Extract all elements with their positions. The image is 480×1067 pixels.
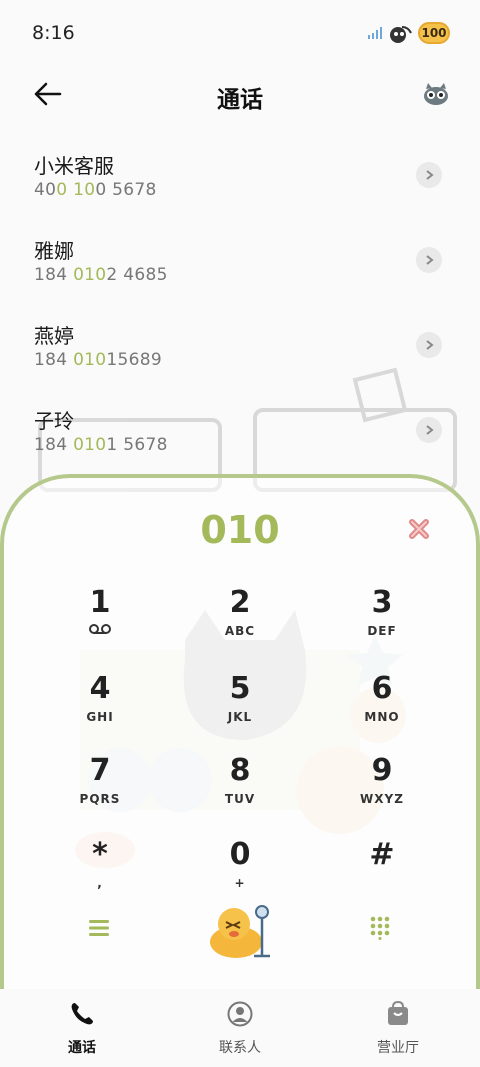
dial-key-1[interactable]: 1	[40, 586, 160, 656]
contact-number: 400 100 5678	[34, 180, 157, 200]
bottom-nav: 通话 联系人 营业厅	[0, 989, 480, 1067]
menu-icon[interactable]	[88, 918, 110, 938]
wifi-icon	[390, 26, 412, 43]
contact-name: 小米客服	[34, 154, 114, 178]
delete-icon[interactable]	[408, 518, 430, 540]
tab-label: 联系人	[219, 1040, 261, 1056]
shopping-bag-icon	[388, 1000, 408, 1025]
status-time: 8:16	[32, 22, 75, 44]
list-item[interactable]: 子玲 184 0101 5678	[0, 395, 480, 480]
call-button-chick-icon[interactable]	[204, 898, 276, 962]
tab-business-hall[interactable]: 营业厅	[338, 1000, 458, 1057]
dial-key-2[interactable]: 2 ABC	[180, 586, 300, 656]
battery-icon: 100	[418, 22, 450, 44]
phone-icon	[71, 1003, 93, 1025]
list-item[interactable]: 雅娜 184 0102 4685	[0, 225, 480, 310]
signal-icon	[368, 27, 382, 39]
keypad-icon[interactable]	[370, 916, 390, 940]
dial-key-4[interactable]: 4 GHI	[40, 672, 160, 742]
list-item[interactable]: 小米客服 400 100 5678	[0, 140, 480, 225]
header: 通话	[0, 68, 480, 124]
dial-key-6[interactable]: 6 MNO	[322, 672, 442, 742]
dial-key-8[interactable]: 8 TUV	[180, 754, 300, 824]
dial-key-hash[interactable]: #	[322, 838, 442, 908]
list-item[interactable]: 燕婷 184 01015689	[0, 310, 480, 395]
tab-label: 通话	[68, 1040, 96, 1056]
dial-key-7[interactable]: 7 PQRS	[40, 754, 160, 824]
contact-list: 小米客服 400 100 5678 雅娜 184 0102 4685 燕婷 18…	[0, 140, 480, 480]
contact-number: 184 0101 5678	[34, 435, 168, 455]
dialpad: 010 1 2 ABC 3 DEF 4 GHI 5 JKL 6 MNO 7 PQRS 8 TU…	[0, 474, 480, 989]
tab-label: 营业厅	[377, 1040, 419, 1056]
dial-key-3[interactable]: 3 DEF	[322, 586, 442, 656]
contact-name: 燕婷	[34, 324, 74, 348]
contact-name: 子玲	[34, 409, 74, 433]
voicemail-icon	[89, 624, 111, 634]
page-title: 通话	[217, 87, 263, 113]
contact-number: 184 01015689	[34, 350, 163, 370]
dial-key-star[interactable]: *,	[40, 838, 160, 908]
contact-number: 184 0102 4685	[34, 265, 168, 285]
tab-calls[interactable]: 通话	[22, 1001, 142, 1057]
person-icon	[227, 1001, 253, 1027]
chevron-right-icon[interactable]	[416, 332, 442, 358]
contact-name: 雅娜	[34, 239, 74, 263]
dial-key-5[interactable]: 5 JKL	[180, 672, 300, 742]
dial-key-9[interactable]: 9 WXYZ	[322, 754, 442, 824]
status-bar: 8:16 100	[0, 0, 480, 68]
chevron-right-icon[interactable]	[416, 247, 442, 273]
chevron-right-icon[interactable]	[416, 162, 442, 188]
status-icons: 100	[368, 22, 450, 44]
tab-contacts[interactable]: 联系人	[180, 1001, 300, 1057]
chevron-right-icon[interactable]	[416, 417, 442, 443]
dial-input[interactable]: 010	[4, 508, 476, 552]
cat-avatar-icon[interactable]	[422, 80, 450, 108]
